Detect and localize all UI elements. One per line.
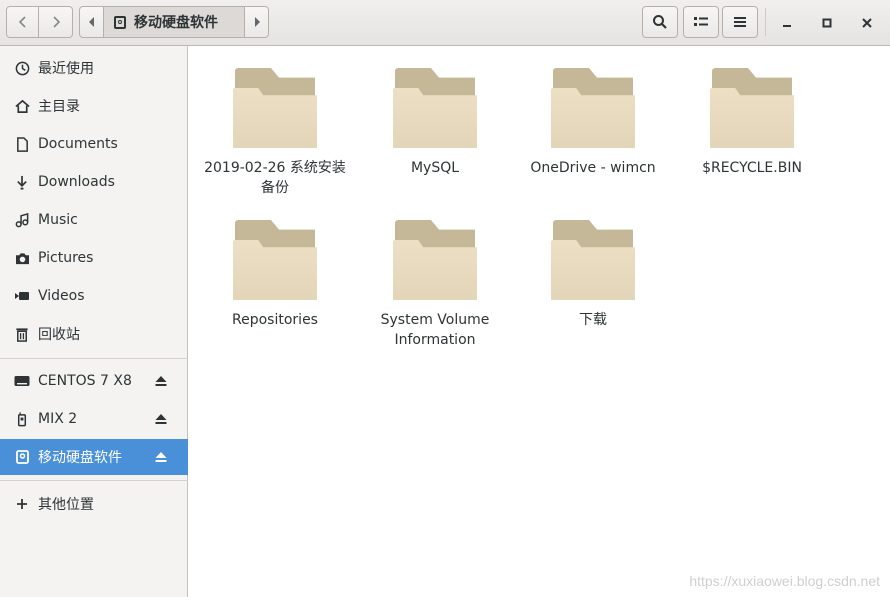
file-item[interactable]: Repositories [200, 220, 350, 330]
file-item[interactable]: 2019-02-26 系统安装 备份 [200, 68, 350, 198]
folder-icon [393, 220, 477, 302]
chevron-left-icon [18, 16, 26, 28]
sidebar-item-label: 移动硬盘软件 [38, 450, 122, 466]
sidebar-separator [0, 358, 188, 359]
file-item[interactable]: MySQL [360, 68, 510, 178]
triangle-right-icon [254, 17, 260, 27]
file-name: System Volume Information [380, 312, 490, 348]
header-separator [765, 8, 766, 36]
forward-button[interactable] [39, 6, 73, 38]
plus-icon [14, 496, 30, 512]
file-item[interactable]: OneDrive - wimcn [518, 68, 668, 178]
close-button[interactable] [854, 10, 880, 36]
maximize-button[interactable] [814, 10, 840, 36]
back-button[interactable] [6, 6, 39, 38]
sidebar-item-other-locations[interactable]: 其他位置 [0, 486, 188, 522]
maximize-icon [822, 18, 832, 28]
removable-drive-icon [114, 15, 126, 29]
sidebar-separator [0, 480, 188, 481]
search-icon [653, 15, 667, 29]
sidebar-item-label: Downloads [38, 174, 115, 190]
search-button[interactable] [642, 6, 678, 38]
music-icon [14, 212, 30, 228]
sidebar-item-recent[interactable]: 最近使用 [0, 50, 188, 86]
path-scroll-right[interactable] [244, 6, 269, 38]
sidebar-item-videos[interactable]: Videos [0, 278, 188, 314]
home-icon [14, 98, 30, 114]
download-icon [14, 174, 30, 190]
removable-drive-icon [14, 449, 30, 465]
video-icon [14, 288, 30, 304]
camera-icon [14, 250, 30, 266]
file-grid: 2019-02-26 系统安装 备份 MySQL OneDrive - wimc… [189, 46, 890, 597]
sidebar-item-label: Music [38, 212, 78, 228]
chevron-right-icon [52, 16, 60, 28]
sidebar-item-trash[interactable]: 回收站 [0, 316, 188, 352]
view-toggle-button[interactable] [683, 6, 719, 38]
file-item[interactable]: $RECYCLE.BIN [677, 68, 827, 178]
triangle-left-icon [88, 17, 94, 27]
sidebar: 最近使用 主目录 Documents Downloads Music Pictu… [0, 46, 188, 597]
sidebar-item-music[interactable]: Music [0, 202, 188, 238]
clock-icon [14, 60, 30, 76]
sidebar-item-label: MIX 2 [38, 411, 78, 427]
hamburger-menu-icon [734, 17, 746, 27]
sidebar-item-pictures[interactable]: Pictures [0, 240, 188, 276]
eject-icon[interactable] [154, 412, 168, 426]
header-bar: 移动硬盘软件 [0, 0, 890, 46]
eject-icon[interactable] [154, 374, 168, 388]
drive-icon [14, 373, 30, 389]
path-current[interactable]: 移动硬盘软件 [104, 6, 244, 38]
folder-icon [393, 68, 477, 150]
sidebar-item-mix2[interactable]: MIX 2 [0, 401, 188, 437]
sidebar-item-home[interactable]: 主目录 [0, 88, 188, 124]
history-nav [6, 6, 73, 38]
sidebar-item-label: Documents [38, 136, 118, 152]
sidebar-item-label: 主目录 [38, 99, 80, 115]
file-item[interactable]: System Volume Information [360, 220, 510, 350]
minimize-icon [783, 25, 791, 27]
folder-icon [233, 220, 317, 302]
file-name: MySQL [410, 160, 460, 176]
menu-button[interactable] [722, 6, 758, 38]
sidebar-item-label: 回收站 [38, 327, 80, 343]
sidebar-item-label: 最近使用 [38, 61, 94, 77]
close-icon [862, 18, 872, 28]
file-item[interactable]: 下载 [518, 220, 668, 330]
trash-icon [14, 326, 30, 342]
sidebar-item-documents[interactable]: Documents [0, 126, 188, 162]
document-icon [14, 136, 30, 152]
file-name: Repositories [232, 312, 318, 328]
sidebar-item-label: 其他位置 [38, 497, 94, 513]
sidebar-item-label: Videos [38, 288, 85, 304]
sidebar-item-label: Pictures [38, 250, 94, 266]
eject-icon[interactable] [154, 450, 168, 464]
path-bar: 移动硬盘软件 [79, 6, 269, 38]
sidebar-item-centos[interactable]: CENTOS 7 X8 [0, 363, 188, 399]
watermark: https://xuxiaowei.blog.csdn.net [689, 573, 880, 589]
phone-icon [14, 411, 30, 427]
minimize-button[interactable] [774, 10, 800, 36]
folder-icon [551, 68, 635, 150]
sidebar-item-removable-drive[interactable]: 移动硬盘软件 [0, 439, 188, 475]
folder-icon [233, 68, 317, 150]
sidebar-item-label: CENTOS 7 X8 [38, 373, 132, 389]
file-name: 下载 [579, 312, 607, 328]
list-view-icon [694, 17, 708, 26]
file-name: $RECYCLE.BIN [702, 160, 802, 176]
folder-icon [710, 68, 794, 150]
file-name: 2019-02-26 系统安装 备份 [204, 160, 346, 196]
file-name: OneDrive - wimcn [530, 160, 656, 176]
path-scroll-left[interactable] [79, 6, 104, 38]
path-current-label: 移动硬盘软件 [134, 15, 218, 31]
folder-icon [551, 220, 635, 302]
sidebar-item-downloads[interactable]: Downloads [0, 164, 188, 200]
